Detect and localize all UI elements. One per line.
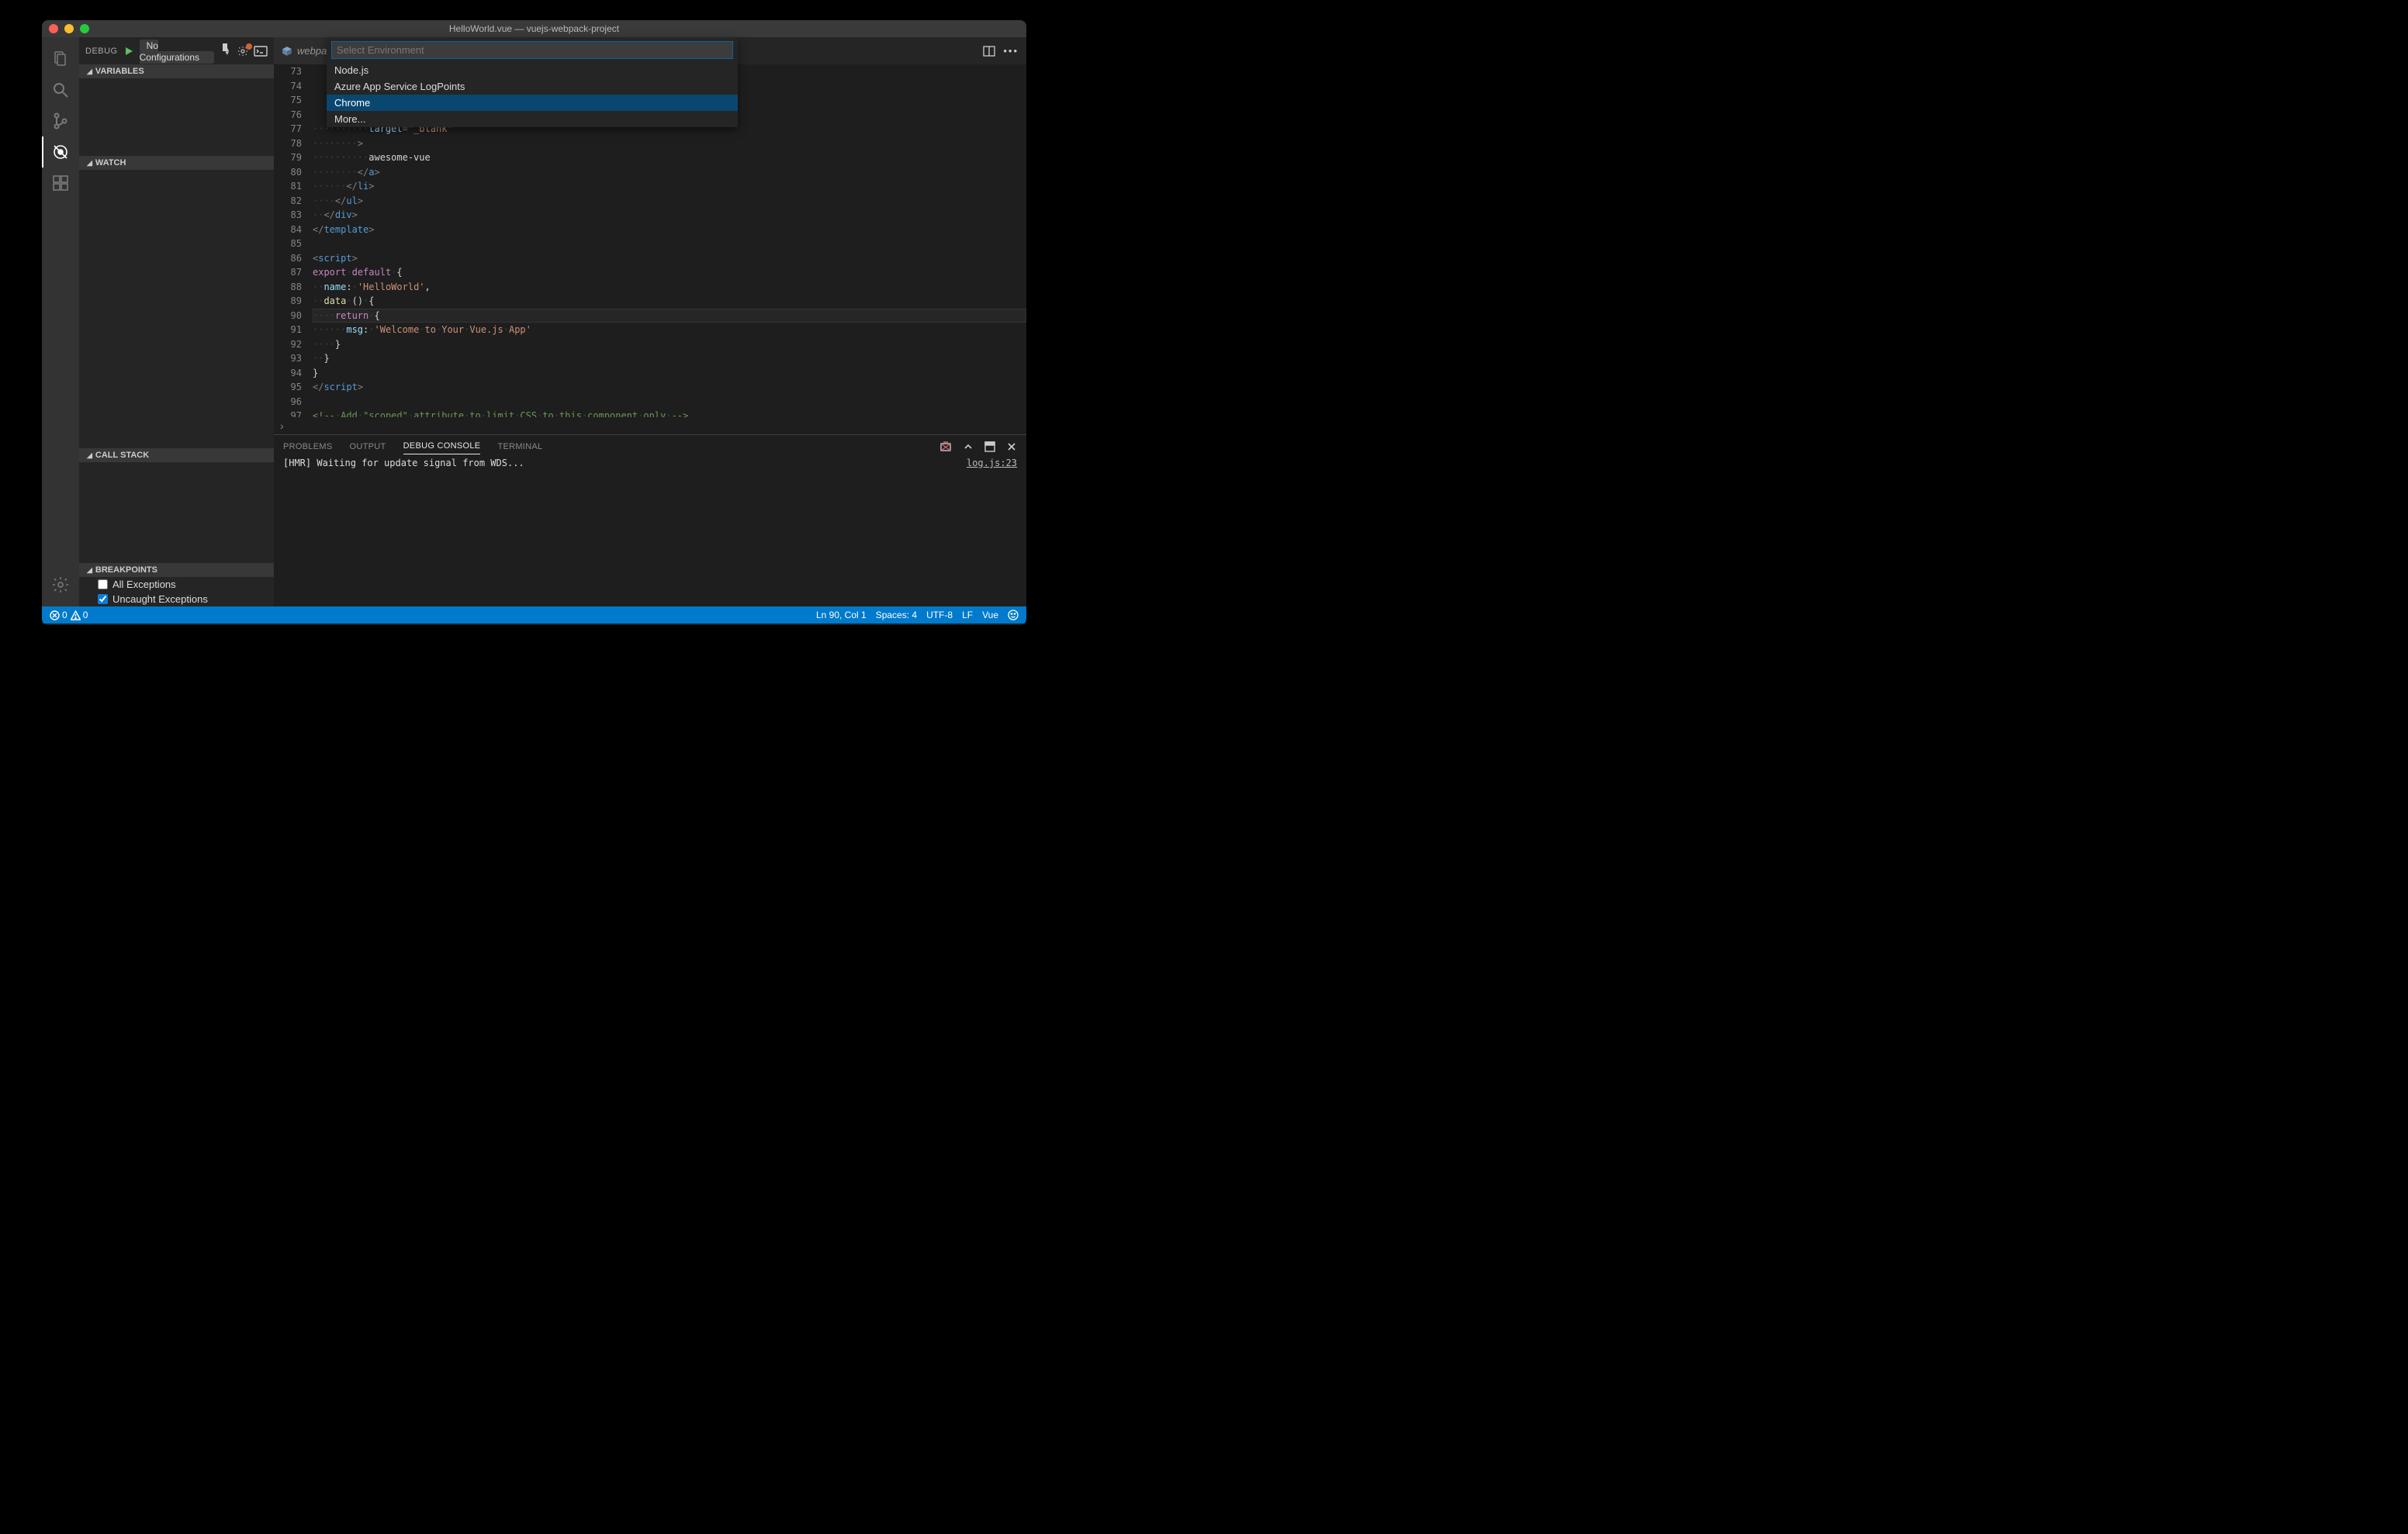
status-language[interactable]: Vue (982, 610, 998, 620)
close-window-button[interactable] (49, 24, 58, 33)
vue-icon (282, 46, 292, 57)
window-title: HelloWorld.vue — vuejs-webpack-project (42, 23, 1026, 34)
collapse-panel-icon[interactable] (963, 441, 974, 452)
watch-header[interactable]: ◢ WATCH (79, 156, 274, 170)
chevron-down-icon: ◢ (87, 67, 92, 76)
configure-gear-button[interactable] (237, 45, 249, 57)
extensions-icon[interactable] (42, 168, 79, 199)
bottom-panel: PROBLEMS OUTPUT DEBUG CONSOLE TERMINAL (274, 434, 1026, 606)
quick-pick-input[interactable] (331, 41, 733, 59)
debug-icon[interactable] (42, 136, 79, 168)
breakpoint-label: All Exceptions (112, 579, 176, 590)
search-icon[interactable] (42, 74, 79, 105)
vscode-window: HelloWorld.vue — vuejs-webpack-project (42, 20, 1026, 625)
titlebar[interactable]: HelloWorld.vue — vuejs-webpack-project (42, 20, 1026, 37)
status-encoding[interactable]: UTF-8 (926, 610, 953, 620)
line-gutter: 7374757677787980818283848586878889909192… (274, 64, 313, 417)
panel-tab[interactable]: DEBUG CONSOLE (403, 438, 481, 454)
split-editor-icon[interactable] (983, 45, 995, 57)
maximize-panel-icon[interactable] (984, 441, 995, 452)
editor-tabs: webpa Node.jsAzure App Service LogPoints… (274, 37, 1026, 64)
quick-pick-item[interactable]: Azure App Service LogPoints (327, 78, 738, 95)
breakpoints-label: BREAKPOINTS (95, 565, 157, 575)
clear-console-icon[interactable] (939, 441, 952, 453)
quick-pick-item[interactable]: Chrome (327, 95, 738, 111)
breakpoint-checkbox[interactable] (98, 579, 108, 589)
callstack-section: ◢ CALL STACK (79, 448, 274, 563)
panel-tab[interactable]: OUTPUT (350, 439, 386, 454)
debug-sidebar-header: DEBUG No Configurations ▴▾ (79, 37, 274, 64)
more-actions-icon[interactable]: ••• (1003, 45, 1019, 57)
variables-header[interactable]: ◢ VARIABLES (79, 64, 274, 78)
start-debug-button[interactable] (123, 47, 135, 56)
maximize-window-button[interactable] (80, 24, 89, 33)
window-controls (49, 24, 89, 33)
variables-section: ◢ VARIABLES (79, 64, 274, 156)
debug-console-toggle-button[interactable] (254, 46, 268, 57)
breakpoints-header[interactable]: ◢ BREAKPOINTS (79, 563, 274, 577)
status-spaces[interactable]: Spaces: 4 (876, 610, 917, 620)
close-panel-icon[interactable] (1006, 441, 1017, 452)
breakpoint-checkbox[interactable] (98, 594, 108, 604)
config-badge-dot (246, 43, 252, 50)
breakpoint-label: Uncaught Exceptions (112, 593, 208, 605)
breakpoint-row[interactable]: Uncaught Exceptions (79, 592, 274, 606)
settings-gear-icon[interactable] (42, 569, 79, 600)
panel-tab[interactable]: PROBLEMS (283, 439, 333, 454)
editor-area: webpa Node.jsAzure App Service LogPoints… (274, 37, 1026, 606)
status-eol[interactable]: LF (962, 610, 973, 620)
console-source-link[interactable]: log.js:23 (967, 458, 1017, 468)
chevron-down-icon: ◢ (87, 566, 92, 575)
callstack-label: CALL STACK (95, 451, 149, 460)
chevron-right-icon: › (280, 420, 284, 432)
sidebar-title: DEBUG (85, 47, 118, 56)
watch-section: ◢ WATCH (79, 156, 274, 448)
debug-console-output[interactable]: [HMR] Waiting for update signal from WDS… (274, 454, 1026, 606)
activity-bar (42, 37, 79, 606)
status-ln-col[interactable]: Ln 90, Col 1 (816, 610, 867, 620)
status-bar: 0 0 Ln 90, Col 1 Spaces: 4 UTF-8 LF Vue (42, 606, 1026, 624)
debug-config-select[interactable]: No Configurations ▴▾ (140, 40, 232, 63)
panel-tabs: PROBLEMS OUTPUT DEBUG CONSOLE TERMINAL (274, 435, 1026, 454)
quick-pick-item[interactable]: More... (327, 111, 738, 127)
callstack-header[interactable]: ◢ CALL STACK (79, 448, 274, 462)
status-feedback-icon[interactable] (1008, 610, 1019, 620)
debug-sidebar: DEBUG No Configurations ▴▾ (79, 37, 274, 606)
panel-tab[interactable]: TERMINAL (497, 439, 542, 454)
watch-label: WATCH (95, 158, 126, 168)
variables-label: VARIABLES (95, 67, 144, 76)
source-control-icon[interactable] (42, 105, 79, 136)
breakpoints-section: ◢ BREAKPOINTS All Exceptions Uncaught Exc… (79, 563, 274, 606)
tab-label: webpa (297, 45, 327, 57)
status-errors[interactable]: 0 (50, 610, 67, 620)
console-line: [HMR] Waiting for update signal from WDS… (283, 458, 524, 468)
breakpoint-row[interactable]: All Exceptions (79, 577, 274, 592)
quick-pick-item[interactable]: Node.js (327, 62, 738, 78)
explorer-icon[interactable] (42, 43, 79, 74)
chevron-down-icon: ◢ (87, 159, 92, 168)
panel-breadcrumb[interactable]: › (274, 417, 1026, 434)
status-warnings[interactable]: 0 (71, 610, 88, 620)
chevron-down-icon: ◢ (87, 451, 92, 460)
minimize-window-button[interactable] (64, 24, 74, 33)
quick-pick: Node.jsAzure App Service LogPointsChrome… (327, 37, 738, 127)
